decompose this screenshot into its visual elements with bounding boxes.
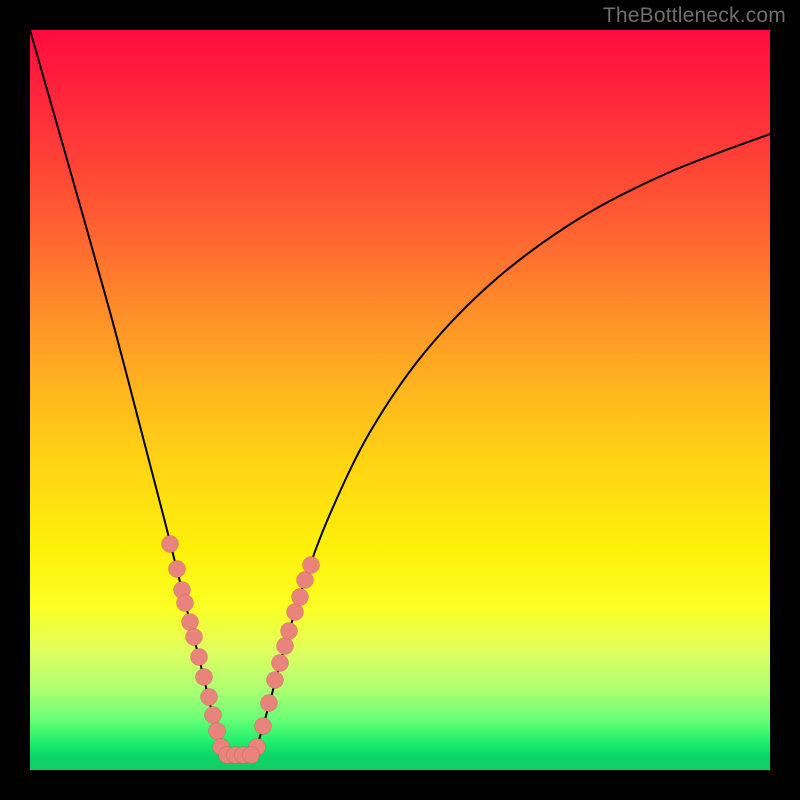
data-dot-right xyxy=(287,604,304,621)
data-dot-right xyxy=(272,655,289,672)
data-dot-left xyxy=(162,536,179,553)
data-dot-left xyxy=(201,689,218,706)
data-dot-right xyxy=(281,623,298,640)
chart-frame: TheBottleneck.com xyxy=(0,0,800,800)
data-dot-left xyxy=(205,707,222,724)
plot-area xyxy=(30,30,770,770)
data-dot-left xyxy=(169,561,186,578)
data-dot-left xyxy=(186,629,203,646)
data-dot-left xyxy=(196,669,213,686)
data-dot-right xyxy=(303,557,320,574)
data-dot-left xyxy=(182,614,199,631)
data-dot-right xyxy=(277,638,294,655)
data-dot-right xyxy=(292,589,309,606)
data-dot-right xyxy=(297,572,314,589)
data-dot-right xyxy=(267,672,284,689)
data-dot-left xyxy=(209,723,226,740)
watermark-text: TheBottleneck.com xyxy=(603,4,786,28)
curve-left-branch xyxy=(30,30,225,755)
data-dot-floor xyxy=(243,747,260,764)
data-dot-left xyxy=(177,595,194,612)
data-dot-right xyxy=(255,718,272,735)
chart-svg xyxy=(30,30,770,770)
curve-right-branch xyxy=(254,134,770,755)
dot-group xyxy=(162,536,320,764)
data-dot-right xyxy=(261,695,278,712)
data-dot-left xyxy=(191,649,208,666)
